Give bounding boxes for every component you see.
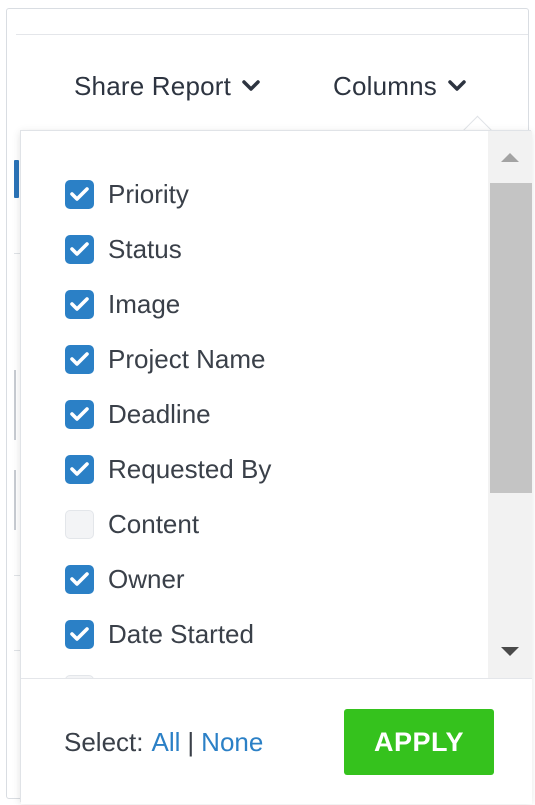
chevron-down-icon	[448, 80, 466, 91]
scrollbar[interactable]	[488, 131, 532, 678]
share-report-label: Share Report	[74, 70, 232, 101]
column-list: Priority Status Image Project Name Deadl…	[21, 131, 486, 678]
checkbox[interactable]	[65, 289, 94, 319]
column-option-label: Image	[108, 288, 181, 319]
column-option-image[interactable]: Image	[65, 287, 180, 321]
checkmark-icon	[70, 407, 89, 421]
scrollbar-thumb[interactable]	[490, 183, 532, 493]
checkbox[interactable]	[65, 399, 94, 429]
checkbox[interactable]	[65, 234, 94, 264]
column-option-label: Requested By	[108, 453, 272, 484]
column-option-label: Status	[108, 233, 182, 264]
select-controls: Select: All | None	[64, 727, 263, 758]
columns-label: Columns	[333, 70, 437, 101]
share-report-button[interactable]: Share Report	[74, 70, 261, 102]
column-option-label: Priority	[108, 178, 189, 209]
column-option-content[interactable]: Content	[65, 507, 199, 541]
checkbox[interactable]	[65, 179, 94, 209]
checkbox[interactable]	[65, 344, 94, 374]
column-option-label: Project Name	[108, 343, 266, 374]
columns-button[interactable]: Columns	[333, 70, 467, 102]
column-option-label: Owner	[108, 563, 185, 594]
checkmark-icon	[70, 242, 89, 256]
checkbox[interactable]	[65, 509, 94, 539]
column-option-priority[interactable]: Priority	[65, 177, 189, 211]
chevron-down-icon	[242, 80, 260, 91]
column-option-label: Date Started	[108, 618, 254, 649]
checkmark-icon	[70, 572, 89, 586]
column-option-date-started[interactable]: Date Started	[65, 617, 254, 651]
column-option-owner[interactable]: Owner	[65, 562, 185, 596]
table-row-divider	[14, 470, 16, 530]
column-option-deadline[interactable]: Deadline	[65, 397, 211, 431]
select-label: Select:	[64, 727, 144, 757]
checkmark-icon	[70, 627, 89, 641]
select-separator: |	[187, 727, 195, 757]
row-selection-indicator	[14, 160, 19, 198]
checkbox[interactable]	[65, 564, 94, 594]
checkmark-icon	[70, 352, 89, 366]
checkmark-icon	[70, 462, 89, 476]
select-all-link[interactable]: All	[152, 727, 181, 758]
column-option-project-name[interactable]: Project Name	[65, 342, 266, 376]
column-option-status[interactable]: Status	[65, 232, 182, 266]
checkbox[interactable]	[65, 619, 94, 649]
columns-dropdown: Priority Status Image Project Name Deadl…	[20, 130, 532, 804]
column-option-label: Deadline	[108, 398, 211, 429]
scroll-down-arrow-icon[interactable]	[500, 646, 520, 658]
apply-button[interactable]: APPLY	[344, 709, 494, 775]
column-option-requested-by[interactable]: Requested By	[65, 452, 271, 486]
checkmark-icon	[70, 297, 89, 311]
header-divider	[16, 34, 528, 35]
dropdown-footer: Select: All | None APPLY	[21, 678, 532, 804]
select-none-link[interactable]: None	[201, 727, 263, 758]
table-row-divider	[14, 370, 16, 440]
checkbox[interactable]	[65, 454, 94, 484]
column-option-label: Content	[108, 508, 200, 539]
checkmark-icon	[70, 187, 89, 201]
scroll-up-arrow-icon[interactable]	[500, 151, 520, 163]
